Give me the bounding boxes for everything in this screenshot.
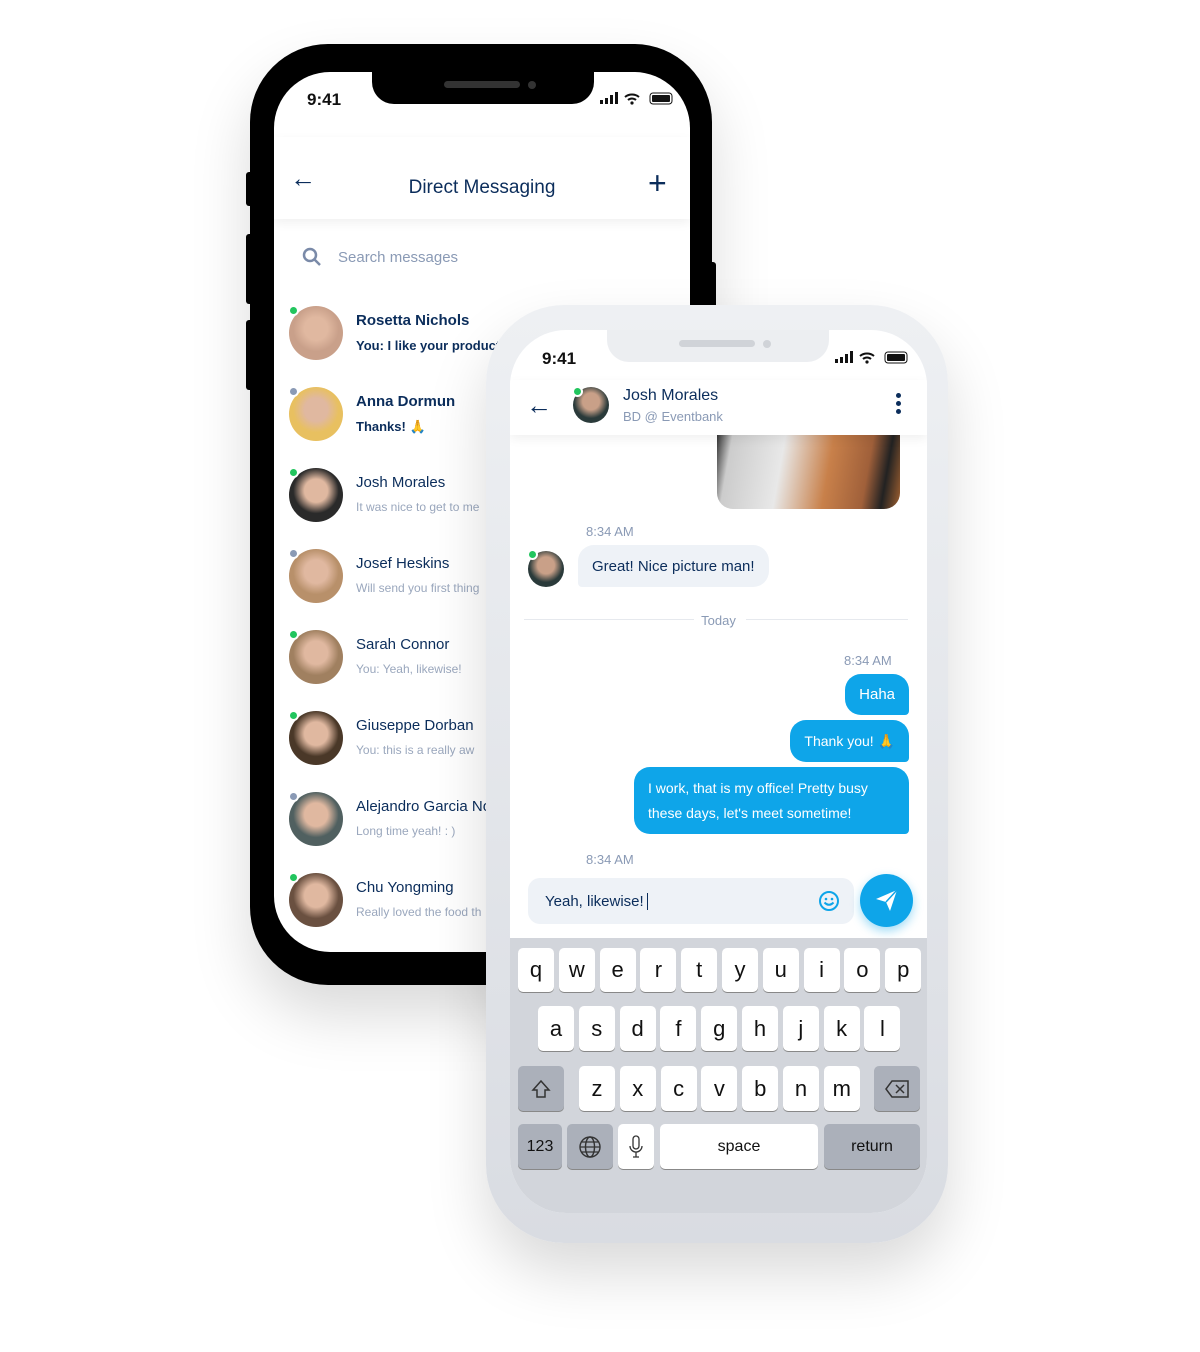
key-v[interactable]: v: [701, 1066, 738, 1111]
backspace-key[interactable]: [874, 1066, 920, 1111]
message-preview: You: Yeah, likewise!: [356, 662, 462, 676]
send-button[interactable]: [860, 874, 913, 927]
key-j[interactable]: j: [782, 1006, 819, 1051]
shift-key[interactable]: [518, 1066, 564, 1111]
microphone-key[interactable]: [618, 1124, 654, 1169]
key-f[interactable]: f: [660, 1006, 697, 1051]
key-y[interactable]: y: [722, 948, 758, 992]
key-a[interactable]: a: [538, 1006, 574, 1051]
key-e[interactable]: e: [599, 948, 636, 992]
key-i[interactable]: i: [803, 948, 840, 992]
online-indicator: [288, 467, 299, 478]
contact-subtitle: BD @ Eventbank: [623, 409, 723, 424]
key-x[interactable]: x: [619, 1066, 656, 1111]
key-z[interactable]: z: [579, 1066, 615, 1111]
key-h[interactable]: h: [742, 1006, 778, 1051]
sent-message: I work, that is my office! Pretty busy t…: [634, 767, 909, 834]
message-time: 8:34 AM: [586, 524, 634, 539]
status-time: 9:41: [307, 90, 342, 109]
numbers-key[interactable]: 123: [518, 1124, 562, 1169]
more-options-icon[interactable]: [896, 393, 901, 414]
contact-name: Anna Dormun: [356, 393, 456, 410]
notch: [607, 330, 829, 362]
message-time: 8:34 AM: [586, 852, 634, 867]
key-b[interactable]: b: [742, 1066, 779, 1111]
status-icons: [835, 351, 908, 364]
globe-key[interactable]: [567, 1124, 613, 1169]
contact-name: Rosetta Nichols: [356, 312, 470, 329]
key-t[interactable]: t: [681, 948, 718, 992]
chat-header: ← Josh Morales BD @ Eventbank: [510, 380, 927, 435]
key-n[interactable]: n: [783, 1066, 819, 1111]
offline-indicator: [288, 386, 299, 397]
message-preview: Will send you first thing: [356, 581, 480, 595]
online-indicator: [288, 629, 299, 640]
offline-indicator: [288, 791, 299, 802]
space-key[interactable]: space: [660, 1124, 818, 1169]
back-arrow-icon[interactable]: ←: [526, 390, 552, 421]
contact-name: Josef Heskins: [356, 555, 450, 572]
search-icon: [302, 247, 321, 266]
key-u[interactable]: u: [762, 948, 799, 992]
phone-chat: 9:41 ← Josh Morales BD @ Eventbank 8:34 …: [486, 305, 948, 1243]
message-input-value: Yeah, likewise!: [545, 893, 648, 910]
key-s[interactable]: s: [578, 1006, 615, 1051]
message-preview: Long time yeah! : ): [356, 824, 456, 838]
backspace-icon: [885, 1079, 909, 1098]
key-l[interactable]: l: [864, 1006, 901, 1051]
shared-photo[interactable]: [717, 435, 900, 509]
offline-indicator: [288, 548, 299, 559]
key-g[interactable]: g: [701, 1006, 738, 1051]
message-preview: Thanks! 🙏: [356, 419, 426, 434]
shift-icon: [531, 1079, 551, 1098]
online-indicator: [288, 872, 299, 883]
header: ← Direct Messaging +: [274, 137, 690, 219]
message-input[interactable]: Yeah, likewise!: [528, 878, 854, 924]
status-time: 9:41: [542, 349, 577, 368]
key-q[interactable]: q: [518, 948, 554, 992]
keyboard: q w e r t y u i o p a s d f g h j k l z x c v b n m 123 space return: [510, 938, 927, 1213]
contact-name: Chu Yongming: [356, 879, 454, 896]
contact-name: Josh Morales: [623, 387, 719, 404]
send-icon: [876, 889, 898, 911]
contact-name: Alejandro Garcia No: [356, 798, 492, 815]
message-time: 8:34 AM: [844, 653, 892, 668]
message-preview: It was nice to get to me: [356, 500, 480, 514]
received-message: Great! Nice picture man!: [578, 545, 769, 587]
sent-message: Haha: [845, 674, 909, 715]
emoji-icon[interactable]: [818, 890, 840, 912]
notch: [372, 72, 594, 104]
composer: Yeah, likewise!: [510, 866, 927, 938]
chat-screen: 9:41 ← Josh Morales BD @ Eventbank 8:34 …: [510, 330, 927, 1213]
online-indicator: [527, 549, 538, 560]
date-divider-label: Today: [701, 613, 736, 628]
online-indicator: [288, 305, 299, 316]
contact-name: Josh Morales: [356, 474, 446, 491]
key-c[interactable]: c: [660, 1066, 697, 1111]
status-icons: [600, 92, 673, 105]
page-title: Direct Messaging: [408, 177, 556, 198]
key-m[interactable]: m: [823, 1066, 860, 1111]
plus-icon[interactable]: +: [648, 165, 667, 202]
key-w[interactable]: w: [558, 948, 595, 992]
sent-message: Thank you! 🙏: [790, 720, 909, 762]
online-indicator: [288, 710, 299, 721]
key-o[interactable]: o: [844, 948, 881, 992]
return-key[interactable]: return: [824, 1124, 920, 1169]
online-indicator: [572, 386, 583, 397]
contact-name: Sarah Connor: [356, 636, 450, 653]
message-preview: Really loved the food th: [356, 905, 482, 919]
search-input[interactable]: Search messages: [338, 249, 458, 266]
key-k[interactable]: k: [823, 1006, 860, 1051]
globe-icon: [579, 1135, 601, 1158]
contact-name: Giuseppe Dorban: [356, 717, 474, 734]
microphone-icon: [629, 1134, 643, 1158]
key-d[interactable]: d: [619, 1006, 656, 1051]
key-p[interactable]: p: [885, 948, 922, 992]
message-preview: You: this is a really aw: [356, 743, 475, 757]
key-r[interactable]: r: [640, 948, 677, 992]
